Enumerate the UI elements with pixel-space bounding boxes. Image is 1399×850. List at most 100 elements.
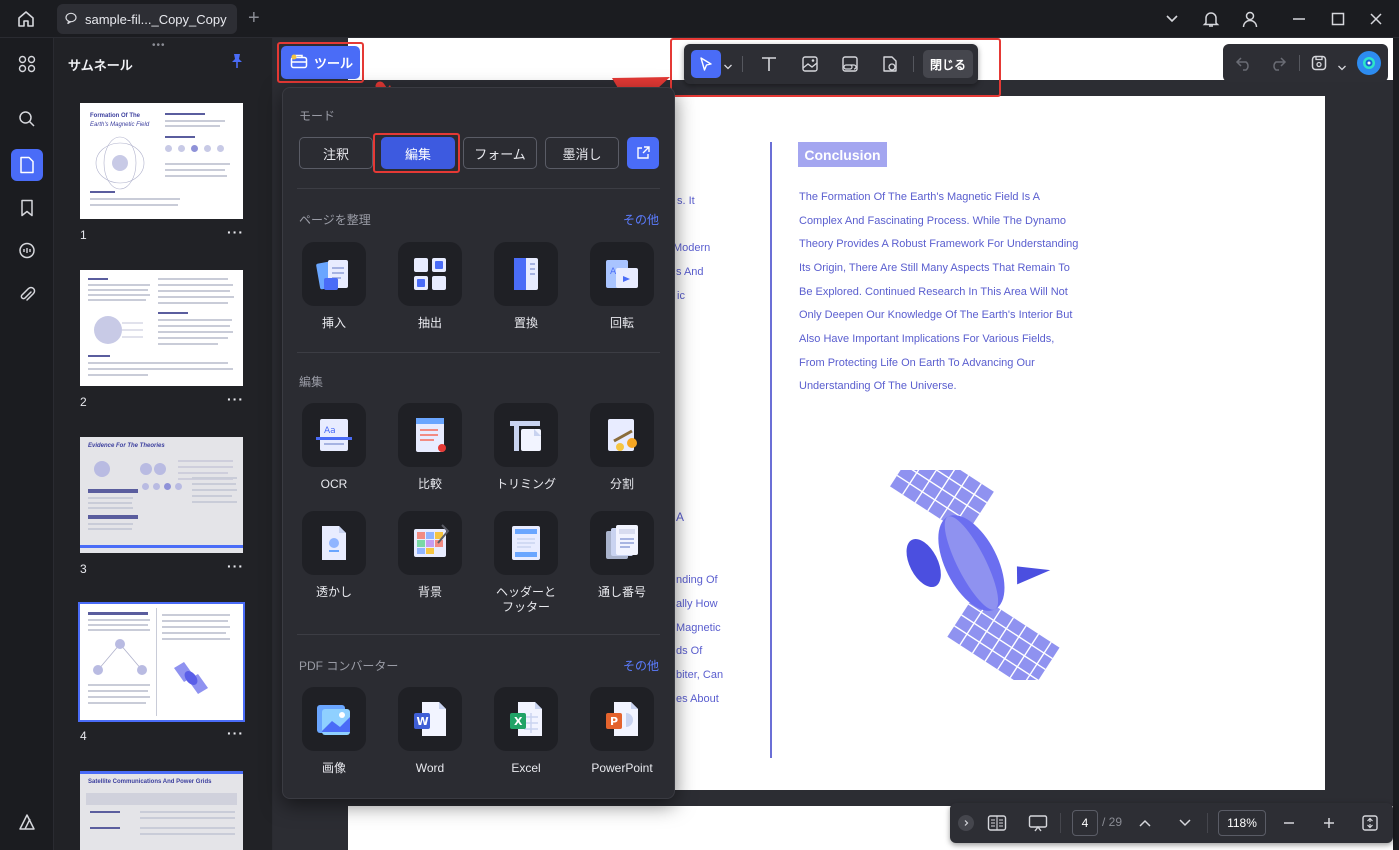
watermark-edit-icon[interactable] (875, 50, 905, 78)
next-page-icon[interactable] (1174, 812, 1196, 834)
thumbnail-more-icon[interactable]: ··· (227, 725, 244, 741)
conclusion-text-line: Understanding Of The Universe. (799, 380, 957, 392)
tool-insert[interactable]: 挿入 (294, 242, 374, 331)
tool-replace[interactable]: 置換 (486, 242, 566, 331)
add-link-icon[interactable] (835, 50, 865, 78)
thumbnail-page-2[interactable] (80, 270, 243, 386)
tab-add-icon[interactable]: + (248, 8, 260, 28)
svg-text:W: W (417, 715, 429, 728)
bates-numbering-icon (590, 511, 654, 575)
search-icon[interactable] (11, 103, 43, 135)
chevron-down-icon[interactable] (723, 58, 733, 76)
tools-button-label: ツール (314, 56, 354, 71)
svg-text:P: P (610, 715, 618, 728)
mode-edit-button[interactable]: 編集 (381, 137, 455, 169)
converter-more-link[interactable]: その他 (623, 657, 659, 674)
fit-page-icon[interactable] (1359, 812, 1381, 834)
apps-icon[interactable] (11, 48, 43, 80)
redo-icon[interactable] (1269, 54, 1287, 77)
svg-text:A: A (610, 267, 617, 277)
dropdown-icon[interactable] (1160, 8, 1184, 30)
tool-ocr[interactable]: Aa OCR (294, 403, 374, 492)
text-fragment: ds Of (676, 645, 703, 657)
tool-rotate[interactable]: A 回転 (582, 242, 662, 331)
tool-watermark[interactable]: 透かし (294, 511, 374, 600)
bookmark-icon[interactable] (11, 192, 43, 224)
thumbnail-panel: ••• サムネール Formation Of The Earth's Magne… (54, 38, 273, 850)
previous-page-icon[interactable] (1134, 812, 1156, 834)
tool-convert-word[interactable]: W Word (390, 687, 470, 776)
tool-bates-numbering[interactable]: 通し番号 (582, 511, 662, 600)
mode-form-button[interactable]: フォーム (463, 137, 537, 169)
tool-convert-excel[interactable]: X Excel (486, 687, 566, 776)
column-divider (770, 142, 772, 758)
mode-section-label: モード (299, 109, 336, 123)
thumbnail-more-icon[interactable]: ··· (227, 391, 244, 407)
tool-compare[interactable]: 比較 (390, 403, 470, 492)
undo-icon[interactable] (1235, 54, 1253, 77)
conclusion-text-line: Only Deepen Our Knowledge Of The Earth's… (799, 309, 1073, 321)
add-image-icon[interactable] (795, 50, 825, 78)
text-fragment: Magnetic (676, 622, 721, 634)
tool-label: 背景 (417, 585, 442, 599)
open-external-icon[interactable] (627, 137, 659, 169)
thumbnail-page-1[interactable]: Formation Of The Earth's Magnetic Field (80, 103, 243, 219)
thumbnail-page-4[interactable] (78, 602, 245, 722)
page-layout-icon[interactable] (986, 812, 1008, 834)
thumbnail-more-icon[interactable]: ··· (227, 558, 244, 574)
tool-label: 比較 (417, 477, 442, 491)
tool-label: Word (415, 761, 445, 775)
tool-label: 回転 (609, 316, 634, 330)
add-text-icon[interactable] (754, 50, 784, 78)
thumbnail-figure (93, 639, 147, 675)
thumbnail-page-5[interactable]: Satellite Communications And Power Grids (80, 771, 243, 850)
zoom-out-icon[interactable] (1278, 812, 1300, 834)
home-icon[interactable] (14, 8, 38, 30)
tool-extract[interactable]: 抽出 (390, 242, 470, 331)
close-edit-button[interactable]: 閉じる (923, 50, 973, 78)
tool-convert-powerpoint[interactable]: P PowerPoint (582, 687, 662, 776)
header-footer-icon (494, 511, 558, 575)
layers-icon[interactable] (11, 806, 43, 838)
tool-header-footer[interactable]: ヘッダーと フッター (486, 511, 566, 615)
tools-button[interactable]: ツール (281, 46, 360, 79)
attachment-icon[interactable] (11, 279, 43, 311)
pin-icon[interactable] (230, 53, 244, 74)
panel-grip-icon[interactable]: ••• (152, 40, 166, 51)
ai-assistant-icon[interactable] (1357, 51, 1381, 75)
rotate-pages-icon: A (590, 242, 654, 306)
select-cursor-icon[interactable] (691, 50, 721, 78)
ocr-icon: Aa (302, 403, 366, 467)
save-icon[interactable] (1310, 54, 1328, 77)
comment-icon[interactable] (11, 235, 43, 267)
image-convert-icon (302, 687, 366, 751)
chevron-down-icon[interactable] (1337, 59, 1347, 77)
organize-more-link[interactable]: その他 (623, 211, 659, 228)
current-page-input[interactable]: 4 (1072, 810, 1098, 836)
minimize-icon[interactable] (1287, 8, 1311, 30)
tool-label: Excel (511, 761, 541, 775)
zoom-in-icon[interactable] (1318, 812, 1340, 834)
maximize-icon[interactable] (1326, 8, 1350, 30)
mode-annotate-button[interactable]: 注釈 (299, 137, 373, 169)
replace-pages-icon (494, 242, 558, 306)
zoom-level-input[interactable]: 118% (1218, 810, 1266, 836)
document-tab[interactable]: sample-fil..._Copy_Copy (57, 4, 237, 34)
tool-split[interactable]: 分割 (582, 403, 662, 492)
thumbnail-more-icon[interactable]: ··· (227, 224, 244, 240)
tool-background[interactable]: 背景 (390, 511, 470, 600)
presentation-icon[interactable] (1027, 812, 1049, 834)
text-fragment: ally How (676, 598, 718, 610)
thumbnail-title: Formation Of The (90, 113, 140, 119)
thumbnail-page-3[interactable]: Evidence For The Theories (80, 437, 243, 553)
tool-label: ヘッダーと フッター (495, 585, 556, 614)
page-icon[interactable] (11, 149, 43, 181)
mode-redact-button[interactable]: 墨消し (545, 137, 619, 169)
text-fragment: nding Of (676, 574, 718, 586)
bell-icon[interactable] (1199, 8, 1223, 30)
tool-convert-image[interactable]: 画像 (294, 687, 374, 776)
account-icon[interactable] (1238, 8, 1262, 30)
close-icon[interactable] (1364, 8, 1388, 30)
collapse-nav-icon[interactable] (958, 815, 974, 831)
tool-crop[interactable]: トリミング (486, 403, 566, 492)
